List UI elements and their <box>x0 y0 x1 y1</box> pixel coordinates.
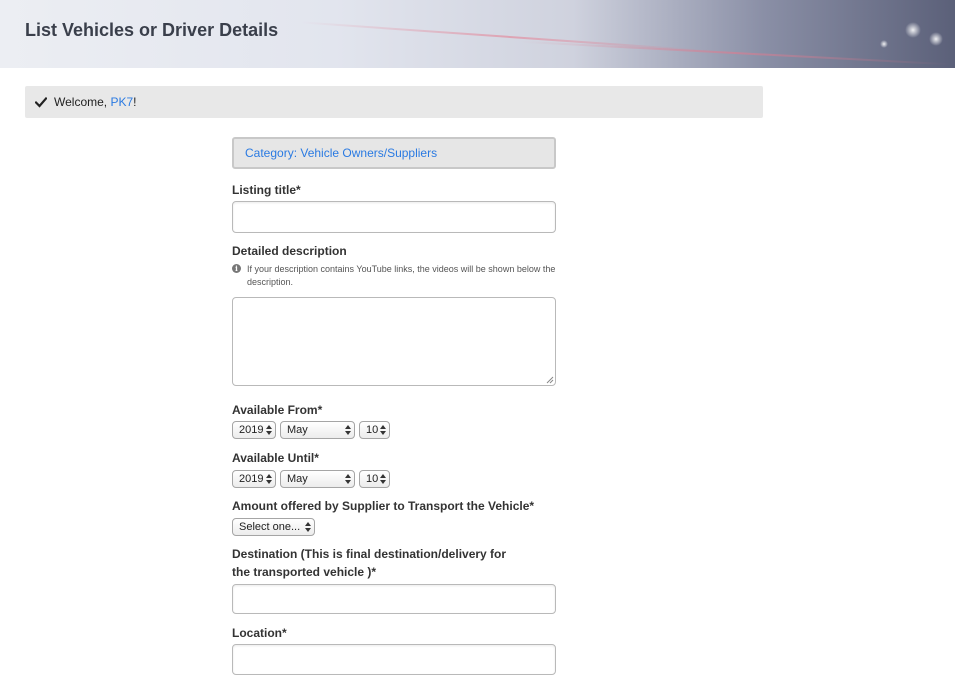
available-from-label: Available From* <box>232 403 323 417</box>
category-display[interactable]: Category: Vehicle Owners/Suppliers <box>232 137 556 169</box>
resize-handle-icon[interactable] <box>546 376 554 384</box>
available-from-year-value: 2019 <box>239 424 264 436</box>
select-arrows-icon <box>305 522 311 532</box>
page-title: List Vehicles or Driver Details <box>25 20 279 40</box>
banner-light-glow <box>880 40 888 48</box>
select-arrows-icon <box>380 474 386 484</box>
description-label: Detailed description <box>232 244 347 258</box>
amount-select-value: Select one... <box>239 521 301 533</box>
available-until-year-value: 2019 <box>239 473 264 485</box>
destination-label: Destination (This is final destination/d… <box>232 547 507 579</box>
info-icon: i <box>232 264 241 273</box>
available-from-day-value: 10 <box>366 424 379 436</box>
listing-title-input[interactable] <box>232 201 556 233</box>
select-arrows-icon <box>345 474 351 484</box>
category-label: Category: Vehicle Owners/Suppliers <box>245 146 438 160</box>
location-label: Location* <box>232 626 287 640</box>
welcome-bar: Welcome, PK7 ! <box>25 86 763 118</box>
select-arrows-icon <box>380 425 386 435</box>
description-hint: i If your description contains YouTube l… <box>232 263 556 289</box>
select-arrows-icon <box>266 474 272 484</box>
page-header-banner: List Vehicles or Driver Details <box>0 0 955 68</box>
available-until-day-value: 10 <box>366 473 379 485</box>
banner-light-glow <box>929 32 943 46</box>
available-from-month-select[interactable]: May <box>280 421 355 439</box>
check-icon <box>35 96 47 108</box>
select-arrows-icon <box>266 425 272 435</box>
available-from-day-select[interactable]: 10 <box>359 421 390 439</box>
username-link[interactable]: PK7 <box>110 95 133 109</box>
amount-select[interactable]: Select one... <box>232 518 315 536</box>
banner-light-glow <box>905 22 921 38</box>
destination-input[interactable] <box>232 584 556 614</box>
select-arrows-icon <box>345 425 351 435</box>
available-until-year-select[interactable]: 2019 <box>232 470 276 488</box>
welcome-suffix: ! <box>133 95 137 109</box>
available-until-month-select[interactable]: May <box>280 470 355 488</box>
available-from-year-select[interactable]: 2019 <box>232 421 276 439</box>
listing-title-label: Listing title* <box>232 183 301 197</box>
available-until-month-value: May <box>287 473 308 485</box>
description-textarea[interactable] <box>232 297 556 386</box>
available-until-label: Available Until* <box>232 451 319 465</box>
available-from-month-value: May <box>287 424 308 436</box>
welcome-text: Welcome, <box>54 95 111 109</box>
available-until-day-select[interactable]: 10 <box>359 470 390 488</box>
amount-label: Amount offered by Supplier to Transport … <box>232 499 535 513</box>
description-hint-text: If your description contains YouTube lin… <box>247 264 556 287</box>
location-input[interactable] <box>232 644 556 675</box>
